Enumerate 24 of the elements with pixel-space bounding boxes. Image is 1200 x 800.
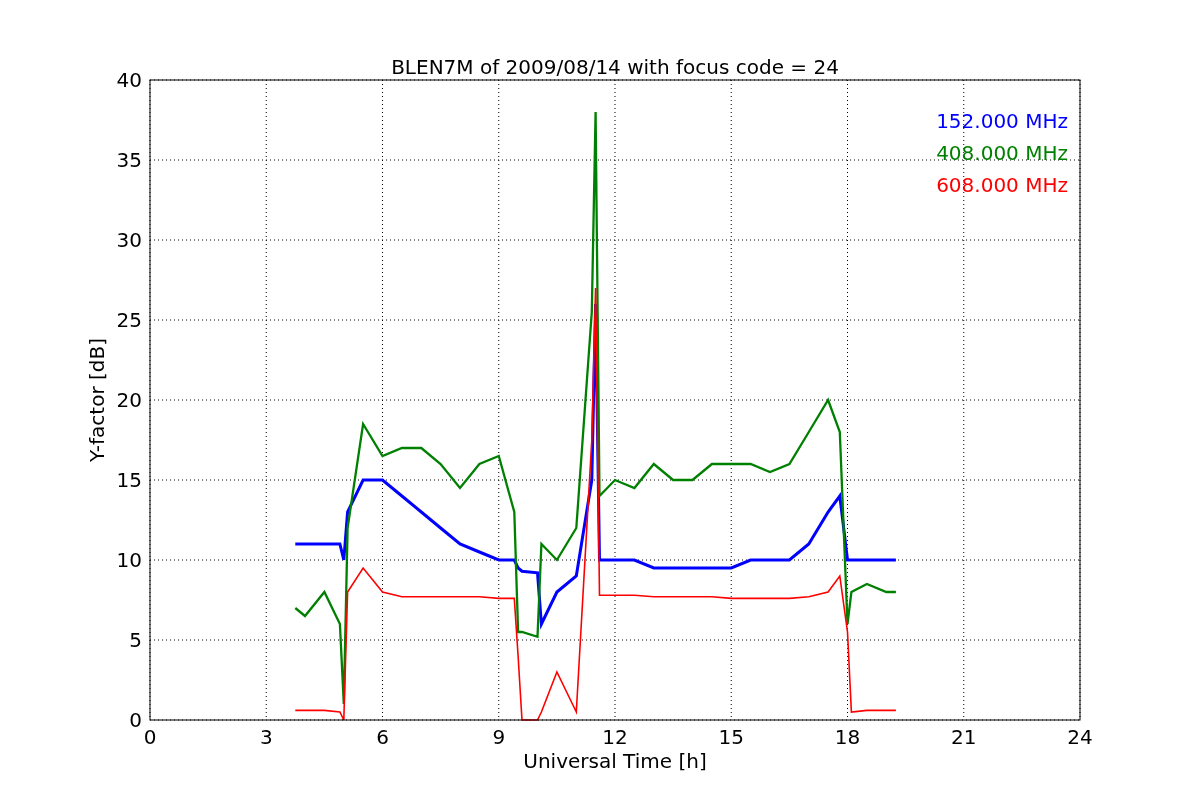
legend-entry: 608.000 MHz: [936, 173, 1068, 197]
y-tick-label: 25: [116, 308, 142, 332]
x-tick-label: 12: [602, 725, 628, 749]
x-tick-label: 6: [376, 725, 389, 749]
y-tick-label: 30: [116, 228, 142, 252]
legend-entry: 152.000 MHz: [936, 109, 1068, 133]
chart-title: BLEN7M of 2009/08/14 with focus code = 24: [391, 55, 839, 79]
y-tick-label: 40: [116, 68, 142, 92]
x-axis-label: Universal Time [h]: [523, 749, 707, 773]
y-tick-label: 5: [129, 628, 142, 652]
x-tick-label: 18: [834, 725, 861, 749]
legend-entry: 408.000 MHz: [936, 141, 1068, 165]
x-tick-label: 15: [718, 725, 744, 749]
y-tick-label: 0: [129, 708, 142, 732]
y-tick-label: 20: [116, 388, 142, 412]
y-tick-label: 35: [116, 148, 142, 172]
x-tick-label: 24: [1067, 725, 1093, 749]
y-axis-label: Y-factor [dB]: [85, 338, 109, 462]
x-tick-label: 3: [259, 725, 273, 749]
y-tick-label: 15: [116, 468, 142, 492]
x-tick-label: 0: [143, 725, 157, 749]
y-tick-label: 10: [116, 548, 142, 572]
x-tick-label: 21: [951, 725, 977, 749]
x-tick-label: 9: [492, 725, 506, 749]
